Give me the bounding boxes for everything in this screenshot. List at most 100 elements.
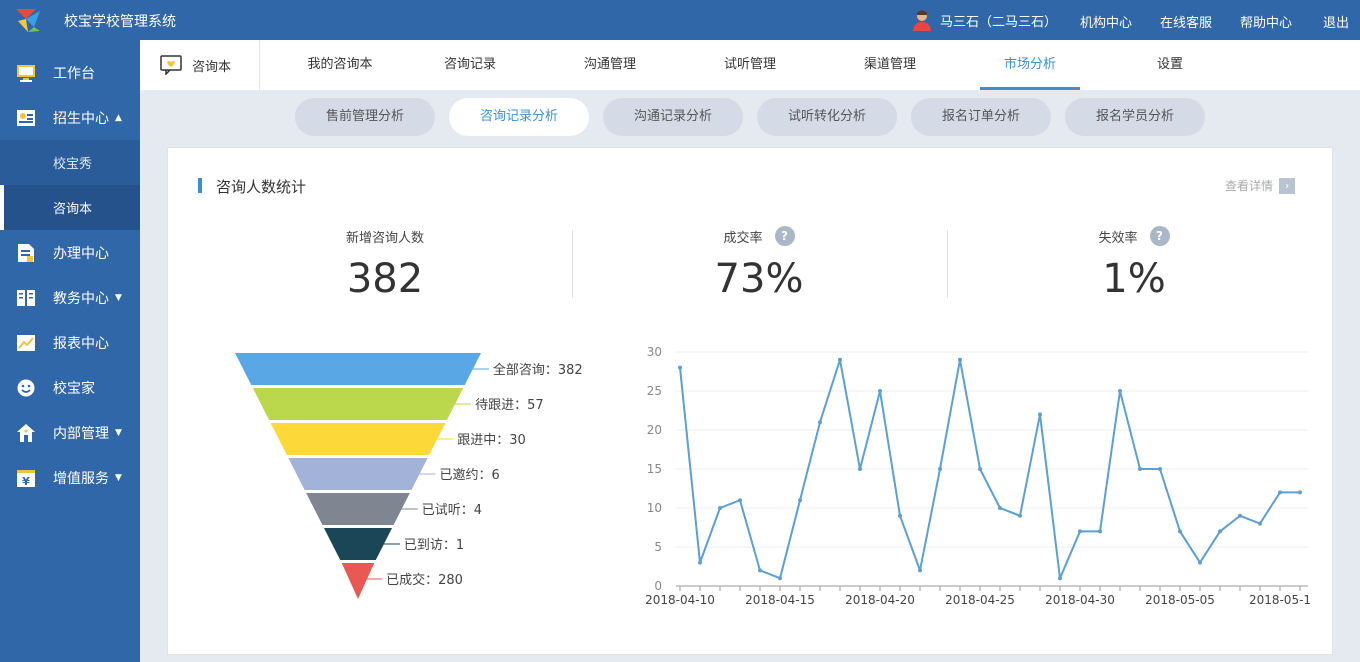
x-tick-label: 2018-04-10: [645, 593, 715, 607]
funnel-label: 跟进中：30: [457, 433, 526, 448]
subtab-orders[interactable]: 报名订单分析: [911, 98, 1051, 136]
funnel-segment[interactable]: [270, 423, 446, 455]
online-service-link[interactable]: 在线客服: [1160, 12, 1212, 31]
funnel-segment[interactable]: [341, 563, 375, 599]
data-point[interactable]: [1118, 389, 1122, 393]
data-point[interactable]: [1078, 529, 1082, 534]
data-point[interactable]: [698, 560, 702, 565]
logout-link[interactable]: 退出: [1323, 12, 1349, 31]
smiley-icon: [16, 378, 36, 398]
funnel-segment[interactable]: [306, 493, 410, 525]
stat-value: 73%: [714, 256, 804, 302]
data-point[interactable]: [998, 506, 1002, 510]
view-details-label: 查看详情: [1225, 179, 1274, 193]
sidebar-item-reports[interactable]: 报表中心: [0, 320, 140, 365]
tab-settings[interactable]: 设置: [1120, 40, 1220, 90]
subtab-students[interactable]: 报名学员分析: [1065, 98, 1205, 136]
y-tick-label: 5: [654, 540, 662, 554]
sidebar-sub-xiaobaoxiu[interactable]: 校宝秀: [0, 140, 140, 185]
caret-up-icon: ▲: [115, 112, 122, 123]
data-point[interactable]: [1178, 529, 1182, 534]
data-point[interactable]: [918, 568, 922, 573]
help-center-link[interactable]: 帮助中心: [1240, 12, 1292, 31]
funnel-segment[interactable]: [288, 458, 428, 490]
data-point[interactable]: [1278, 490, 1282, 495]
data-point[interactable]: [1058, 576, 1062, 581]
data-point[interactable]: [1258, 521, 1262, 526]
sidebar-item-enrollment[interactable]: 招生中心 ▲: [0, 95, 140, 140]
sidebar-item-academic[interactable]: 教务中心 ▼: [0, 275, 140, 320]
sidebar-item-office[interactable]: 办理中心: [0, 230, 140, 275]
caret-down-icon: ▼: [115, 472, 122, 483]
tab-communication[interactable]: 沟通管理: [560, 40, 660, 90]
subtab-presales[interactable]: 售前管理分析: [295, 98, 435, 136]
stat-value: 1%: [1102, 256, 1166, 302]
house-icon: [16, 423, 36, 443]
user-avatar-icon: [913, 10, 931, 31]
data-point[interactable]: [938, 467, 942, 471]
stat-conversion-rate: 成交率? 73%: [572, 226, 946, 302]
subtab-trial-conversion[interactable]: 试听转化分析: [757, 98, 897, 136]
funnel-label: 已成交：280: [386, 572, 463, 588]
view-details-link[interactable]: 查看详情 ›: [1225, 177, 1296, 194]
funnel-label: 已邀约：6: [440, 468, 500, 483]
funnel-segment[interactable]: [235, 353, 481, 385]
tab-trial[interactable]: 试听管理: [700, 40, 800, 90]
stat-invalid-rate: 失效率? 1%: [947, 226, 1321, 302]
chart-icon: [16, 333, 36, 353]
app-title: 校宝学校管理系统: [64, 14, 176, 30]
data-point[interactable]: [858, 467, 862, 471]
data-point[interactable]: [678, 365, 682, 370]
data-point[interactable]: [758, 568, 762, 573]
funnel-label: 全部咨询：382: [493, 362, 583, 378]
monitor-icon: [16, 63, 36, 83]
data-point[interactable]: [1158, 467, 1162, 471]
data-point[interactable]: [1018, 513, 1022, 518]
data-point[interactable]: [1038, 412, 1042, 417]
top-bar: 校宝学校管理系统 马三石（二马三石） 机构中心 在线客服 帮助中心 退出: [0, 0, 1360, 40]
sidebar-item-value-added[interactable]: ¥ 增值服务 ▼: [0, 455, 140, 500]
tab-market-analysis[interactable]: 市场分析: [980, 40, 1080, 90]
data-point[interactable]: [838, 357, 842, 362]
subtab-communication[interactable]: 沟通记录分析: [603, 98, 743, 136]
data-point[interactable]: [958, 357, 962, 362]
data-point[interactable]: [1298, 490, 1302, 495]
stat-label: 成交率: [723, 230, 763, 246]
sidebar-item-xiaobaojia[interactable]: 校宝家: [0, 365, 140, 410]
sidebar-item-internal[interactable]: 内部管理 ▼: [0, 410, 140, 455]
data-point[interactable]: [778, 576, 782, 581]
data-point[interactable]: [1098, 529, 1102, 534]
data-point[interactable]: [1198, 560, 1202, 565]
sidebar-item-label: 教务中心: [53, 290, 109, 307]
sidebar-item-workbench[interactable]: 工作台: [0, 50, 140, 95]
data-point[interactable]: [738, 498, 742, 503]
yuan-icon: ¥: [16, 468, 36, 488]
data-point[interactable]: [1218, 529, 1222, 534]
data-point[interactable]: [1238, 513, 1242, 518]
data-point[interactable]: [898, 513, 902, 518]
x-tick-label: 2018-04-20: [845, 593, 915, 607]
data-point[interactable]: [818, 420, 822, 425]
x-tick-label: 2018-04-15: [745, 593, 815, 607]
sidebar-sub-zixunben[interactable]: 咨询本: [0, 185, 140, 230]
data-point[interactable]: [978, 467, 982, 471]
sidebar: 工作台 招生中心 ▲ 校宝秀 咨询本 办理中心 教务中心 ▼ 报表中心 校宝家 …: [0, 40, 140, 662]
data-point[interactable]: [878, 389, 882, 393]
org-center-link[interactable]: 机构中心: [1080, 12, 1132, 31]
subtab-consult-records[interactable]: 咨询记录分析: [449, 98, 589, 136]
data-point[interactable]: [798, 498, 802, 503]
sidebar-item-label: 校宝家: [53, 380, 95, 397]
data-point[interactable]: [718, 506, 722, 510]
help-icon[interactable]: ?: [1149, 226, 1170, 246]
data-point[interactable]: [1138, 467, 1142, 471]
funnel-label: 已到访：1: [404, 538, 464, 553]
tab-consult-records[interactable]: 咨询记录: [420, 40, 520, 90]
tab-channels[interactable]: 渠道管理: [840, 40, 940, 90]
user-menu[interactable]: 马三石（二马三石）: [912, 9, 1057, 31]
document-icon: [16, 243, 36, 263]
funnel-label: 已试听：4: [422, 503, 482, 518]
tab-my-consult-book[interactable]: 我的咨询本: [280, 40, 400, 90]
funnel-segment[interactable]: [252, 388, 464, 420]
help-icon[interactable]: ?: [774, 226, 795, 246]
sidebar-item-label: 增值服务: [53, 470, 109, 487]
